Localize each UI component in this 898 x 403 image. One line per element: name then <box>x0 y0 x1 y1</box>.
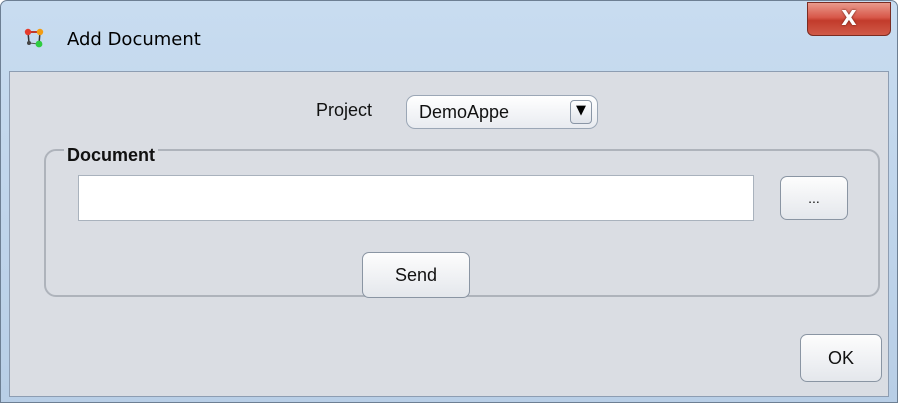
ok-button[interactable]: OK <box>800 334 882 382</box>
document-path-input[interactable] <box>78 175 754 221</box>
close-icon: X <box>841 6 857 30</box>
window-title: Add Document <box>67 29 201 50</box>
network-nodes-icon <box>24 28 44 48</box>
dialog-window: Add Document X Project DemoAppe ▼ Docume… <box>0 0 898 403</box>
project-dropdown[interactable]: DemoAppe ▼ <box>406 95 598 129</box>
dropdown-arrow-button[interactable]: ▼ <box>570 100 592 124</box>
send-button[interactable]: Send <box>362 252 470 298</box>
project-selected-value: DemoAppe <box>419 102 510 122</box>
chevron-down-icon: ▼ <box>576 103 586 118</box>
project-label: Project <box>316 100 373 120</box>
browse-button[interactable]: ... <box>780 176 848 220</box>
document-group-title: Document <box>64 145 159 166</box>
dialog-content: Project DemoAppe ▼ Document ... Send OK <box>9 71 889 397</box>
title-bar[interactable]: Add Document X <box>1 1 897 71</box>
close-button[interactable]: X <box>807 2 891 36</box>
